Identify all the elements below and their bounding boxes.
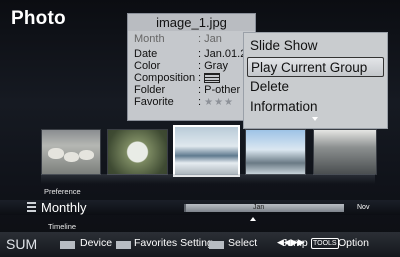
info-row-date: Date : Jan.01.2 [134,48,246,60]
info-row-favorite: Favorite: ★★★ [134,96,234,109]
info-label: Date [134,48,158,60]
sheep-shape [79,150,94,160]
thumbnail-reflection [41,174,375,184]
info-label: Folder [134,84,166,96]
info-label: Month [134,33,165,45]
sheep-shape [48,148,64,159]
info-label: Color [134,60,161,72]
sum-label: SUM [6,236,38,252]
preference-label[interactable]: Preference [44,187,81,196]
tools-menu: Slide Show Play Current Group Delete Inf… [243,32,388,129]
thumbnail-mountain[interactable] [245,129,306,175]
sheep-shape [64,152,79,162]
help-favorites-setting: Favorites Setting [134,237,213,249]
menu-item-play-current-group[interactable]: Play Current Group [247,57,384,77]
green-key-icon [116,241,131,249]
timeline-month-nov[interactable]: Nov [357,202,369,214]
timeline-label[interactable]: Timeline [48,222,76,231]
info-row-folder: Folder : P-other [134,84,240,96]
help-option: Option [338,237,369,249]
info-row-color: Color : Gray [134,60,228,72]
info-row-month: Month : Jan [134,33,222,45]
info-value: : Jan [198,33,222,45]
help-device: Device [80,237,113,249]
select-key-icon [209,241,224,249]
help-jump: Jump [282,237,308,249]
timeline-position-icon [250,217,256,221]
info-row-composition: Composition: [134,72,221,84]
info-value: : P-other [198,84,241,96]
photo-browser-screen: Photo image_1.jpg Month: Jan Date: Jan.0… [0,0,400,257]
thumbnail-seascape-selected[interactable] [173,125,240,177]
list-icon [27,202,36,212]
info-value: : [198,96,202,108]
thumbnail-cliff[interactable] [313,129,377,175]
timeline-month-jan[interactable]: Jan [253,202,264,214]
menu-item-delete[interactable]: Delete [244,77,387,97]
sort-mode-label[interactable]: Monthly [41,200,87,215]
info-value: : Gray [198,60,228,72]
thumbnail-sheep[interactable] [41,129,101,175]
composition-icon [204,73,221,84]
page-title: Photo [11,8,66,29]
help-select: Select [228,237,258,249]
favorite-stars: ★★★ [204,97,235,108]
info-value: : [198,72,202,84]
thumbnail-flower[interactable] [107,129,168,175]
info-filename: image_1.jpg [128,14,255,31]
menu-item-information[interactable]: Information [244,97,387,117]
tools-key-icon: TOOLS [311,238,339,249]
menu-item-slide-show[interactable]: Slide Show [244,36,387,56]
info-value: : Jan.01.2 [198,48,247,60]
photo-info-card: image_1.jpg Month : Jan Date : Jan.01.2 Co… [127,13,256,121]
red-key-icon [60,241,75,249]
info-label: Composition [134,72,196,84]
menu-scroll-down-icon[interactable] [312,117,318,121]
info-label: Favorite [134,96,174,108]
